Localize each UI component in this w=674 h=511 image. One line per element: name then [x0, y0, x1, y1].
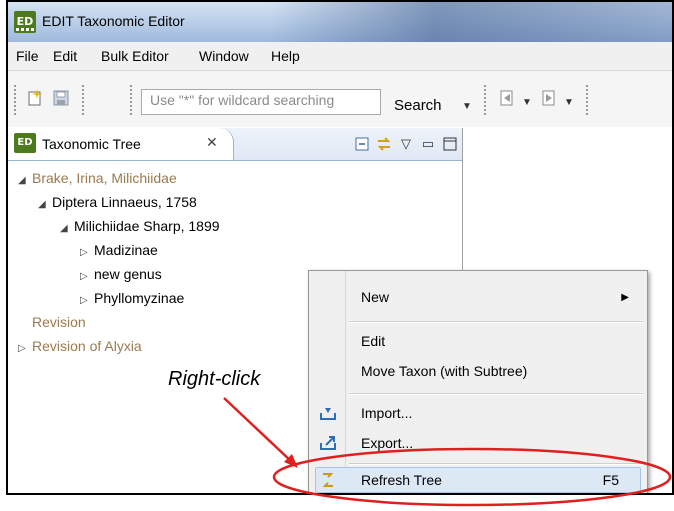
annotation-arrow: [223, 397, 293, 463]
highlight-ellipse: [272, 447, 672, 507]
annotation-overlay: [223, 397, 672, 507]
